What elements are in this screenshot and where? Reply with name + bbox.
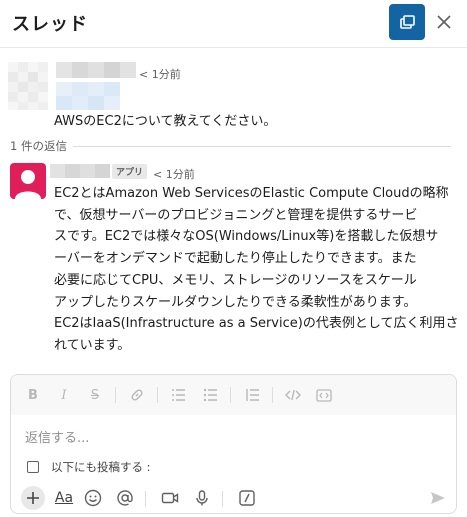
at-sign-icon (117, 490, 133, 506)
video-clip-button[interactable] (160, 488, 180, 508)
pixelated-avatar-image (8, 62, 48, 110)
reply-count-divider: 1 件の返信 (10, 138, 451, 154)
emoji-icon (84, 489, 102, 507)
open-in-window-button[interactable] (389, 4, 425, 40)
popout-icon (400, 15, 415, 29)
link-button[interactable] (128, 386, 146, 404)
send-icon (431, 492, 445, 504)
code-icon (285, 389, 301, 401)
message-timestamp[interactable]: < 1分前 (139, 66, 181, 82)
also-send-checkbox[interactable] (27, 461, 39, 473)
numbered-list-icon (172, 389, 185, 401)
italic-button[interactable]: I (55, 386, 73, 404)
reply-timestamp[interactable]: < 1分前 (153, 166, 195, 182)
blockquote-button[interactable] (243, 386, 261, 404)
strikethrough-button[interactable]: S (86, 386, 104, 404)
ordered-list-button[interactable] (169, 386, 187, 404)
emoji-button[interactable] (83, 488, 103, 508)
code-block-icon (316, 389, 332, 402)
avatar[interactable] (8, 62, 48, 110)
bullet-list-icon (203, 388, 217, 402)
mention-button[interactable] (115, 488, 135, 508)
code-button[interactable] (284, 386, 302, 404)
microphone-icon (196, 490, 208, 506)
close-button[interactable] (430, 8, 458, 36)
code-block-button[interactable] (315, 386, 333, 404)
redacted-app-name (50, 164, 110, 178)
toolbar-divider (157, 387, 158, 403)
shortcuts-button[interactable] (237, 488, 257, 508)
toolbar-divider (222, 491, 223, 507)
blockquote-icon (246, 389, 259, 401)
redacted-content (56, 82, 120, 110)
reply-message-text: EC2とはAmazon Web ServicesのElastic Compute… (54, 186, 459, 353)
reply-input[interactable]: 返信する... (25, 427, 89, 446)
audio-clip-button[interactable] (192, 488, 212, 508)
bold-button[interactable]: B (24, 386, 42, 404)
toolbar-divider (115, 387, 116, 403)
plus-icon (27, 492, 39, 504)
parent-message-text: AWSのEC2について教えてください。 (54, 114, 277, 129)
page-title: スレッド (12, 14, 88, 35)
attach-button[interactable] (21, 486, 45, 510)
divider-line (10, 146, 451, 147)
thread-header: スレッド (0, 0, 467, 48)
send-button[interactable] (428, 488, 448, 508)
message-composer: B I S 返信する... 以下にも投稿する: Aa (10, 374, 457, 514)
redacted-sender-name (56, 62, 136, 78)
app-avatar[interactable] (10, 163, 46, 199)
formatting-toolbar: B I S (11, 375, 456, 415)
toolbar-divider (145, 491, 146, 507)
slash-command-icon (239, 490, 255, 506)
also-send-label: 以下にも投稿する : (51, 460, 151, 474)
toolbar-divider (230, 387, 231, 403)
user-silhouette-icon (15, 170, 41, 199)
app-badge: アプリ (112, 164, 148, 179)
close-icon (437, 15, 451, 29)
bullet-list-button[interactable] (201, 386, 219, 404)
text-style-button[interactable]: Aa (52, 488, 76, 508)
link-icon (131, 389, 143, 401)
video-camera-icon (161, 492, 179, 504)
toolbar-divider (272, 387, 273, 403)
reply-count: 1 件の返信 (10, 138, 73, 154)
